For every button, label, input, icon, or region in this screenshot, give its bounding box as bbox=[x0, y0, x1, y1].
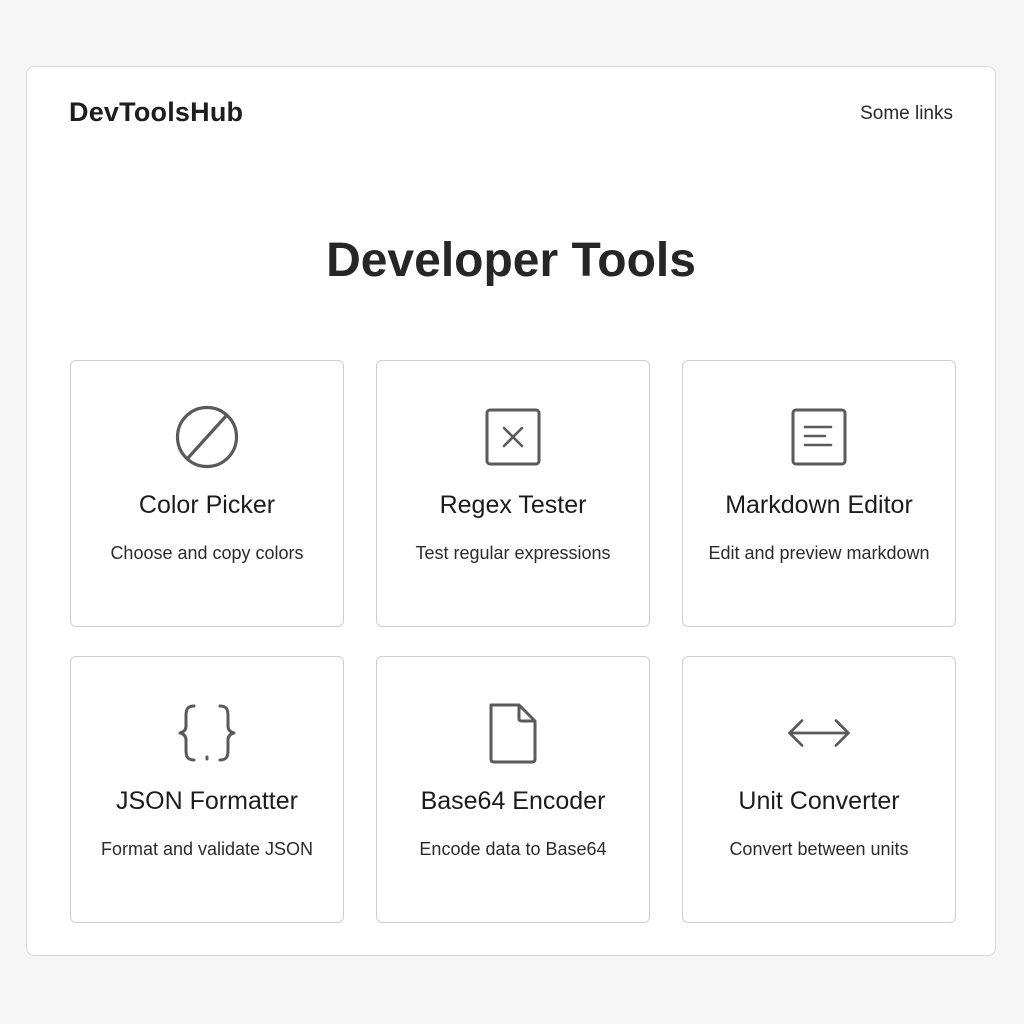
tool-card-unit-converter[interactable]: Unit Converter Convert between units bbox=[682, 656, 956, 923]
regex-icon bbox=[480, 405, 546, 469]
markdown-icon bbox=[786, 405, 852, 469]
file-icon bbox=[480, 701, 546, 765]
page-title: Developer Tools bbox=[326, 234, 696, 287]
tools-grid: Color Picker Choose and copy colors Rege… bbox=[70, 360, 956, 923]
tool-description: Choose and copy colors bbox=[110, 543, 304, 563]
tool-description: Test regular expressions bbox=[415, 543, 611, 563]
tool-name: Color Picker bbox=[138, 491, 276, 519]
tool-card-regex-tester[interactable]: Regex Tester Test regular expressions bbox=[376, 360, 650, 627]
tool-description: Convert between units bbox=[729, 839, 909, 859]
tool-card-color-picker[interactable]: Color Picker Choose and copy colors bbox=[70, 360, 344, 627]
json-braces-icon bbox=[174, 701, 240, 765]
tool-card-base64-encoder[interactable]: Base64 Encoder Encode data to Base64 bbox=[376, 656, 650, 923]
tool-description: Encode data to Base64 bbox=[419, 839, 607, 859]
app-frame: DevToolsHub Some links Developer Tools C… bbox=[26, 66, 996, 956]
tool-name: Markdown Editor bbox=[725, 491, 913, 519]
double-arrow-icon bbox=[786, 701, 852, 765]
header-links[interactable]: Some links bbox=[860, 103, 953, 125]
brand-logo[interactable]: DevToolsHub bbox=[69, 97, 243, 128]
tool-name: Unit Converter bbox=[738, 787, 900, 815]
tool-description: Edit and preview markdown bbox=[708, 543, 930, 563]
tool-name: Base64 Encoder bbox=[420, 787, 606, 815]
tool-name: Regex Tester bbox=[439, 491, 587, 519]
tool-card-json-formatter[interactable]: JSON Formatter Format and validate JSON bbox=[70, 656, 344, 923]
tool-card-markdown-editor[interactable]: Markdown Editor Edit and preview markdow… bbox=[682, 360, 956, 627]
color-picker-icon bbox=[174, 405, 240, 469]
tool-description: Format and validate JSON bbox=[100, 839, 314, 859]
tool-name: JSON Formatter bbox=[116, 787, 298, 815]
